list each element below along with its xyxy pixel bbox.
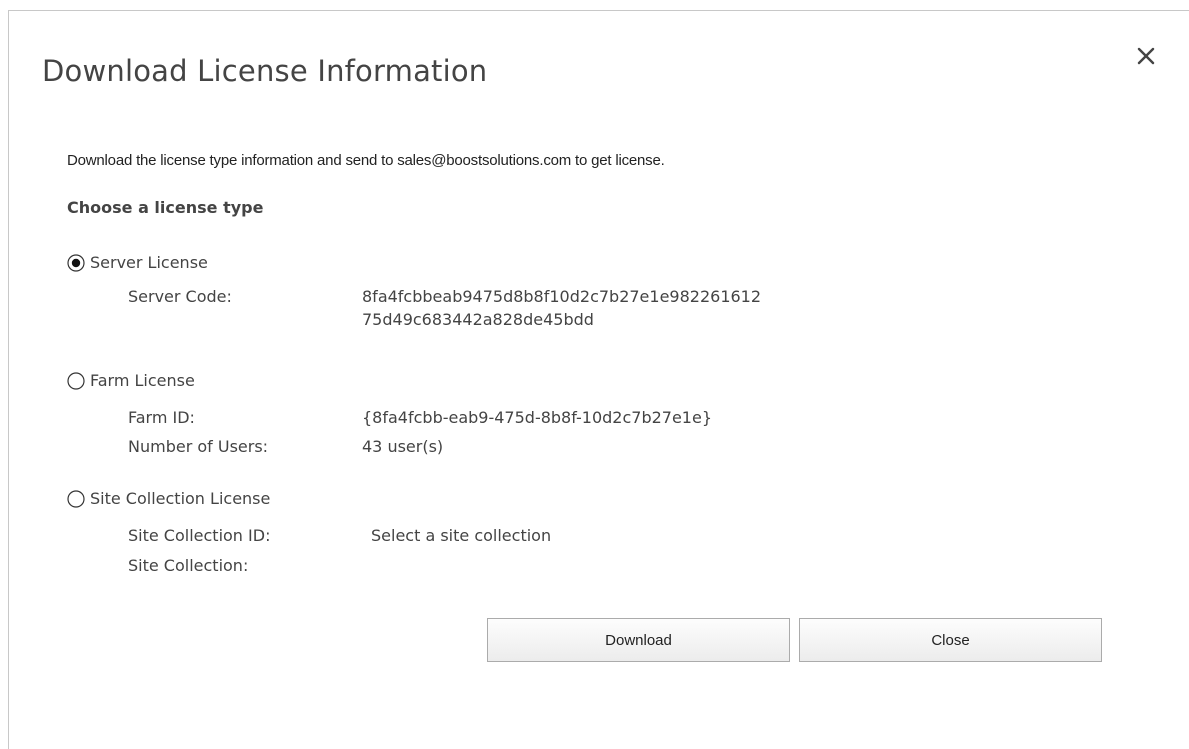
site-collection-select-link[interactable]: Select a site collection xyxy=(371,524,551,547)
close-icon[interactable] xyxy=(1131,41,1161,71)
site-collection-license-option[interactable]: Site Collection License xyxy=(67,489,347,513)
site-collection-license-radio[interactable] xyxy=(67,490,85,508)
site-collection-id-label: Site Collection ID: xyxy=(128,526,271,545)
site-collection-license-label: Site Collection License xyxy=(90,489,271,508)
server-license-radio[interactable] xyxy=(67,254,85,272)
server-code-line1: 8fa4fcbbeab9475d8b8f10d2c7b27e1e98226161… xyxy=(362,287,762,306)
server-code-label: Server Code: xyxy=(128,287,232,306)
server-code-line2: 75d49c683442a828de45bdd xyxy=(362,310,594,329)
number-of-users-label: Number of Users: xyxy=(128,437,269,456)
section-heading: Choose a license type xyxy=(67,198,264,217)
intro-text: Download the license type information an… xyxy=(67,152,665,169)
license-dialog: Download License Information Download th… xyxy=(8,10,1189,749)
farm-license-radio[interactable] xyxy=(67,372,85,390)
farm-id-label: Farm ID: xyxy=(128,408,195,427)
farm-license-label: Farm License xyxy=(90,371,195,390)
server-license-option[interactable]: Server License xyxy=(67,253,267,277)
download-button[interactable]: Download xyxy=(487,618,790,662)
close-button[interactable]: Close xyxy=(799,618,1102,662)
dialog-title: Download License Information xyxy=(42,54,488,88)
farm-id-value: {8fa4fcbb-eab9-475d-8b8f-10d2c7b27e1e} xyxy=(362,408,712,427)
farm-license-option[interactable]: Farm License xyxy=(67,371,267,395)
number-of-users-value: 43 user(s) xyxy=(362,437,444,456)
server-license-label: Server License xyxy=(90,253,208,272)
site-collection-label: Site Collection: xyxy=(128,556,249,575)
